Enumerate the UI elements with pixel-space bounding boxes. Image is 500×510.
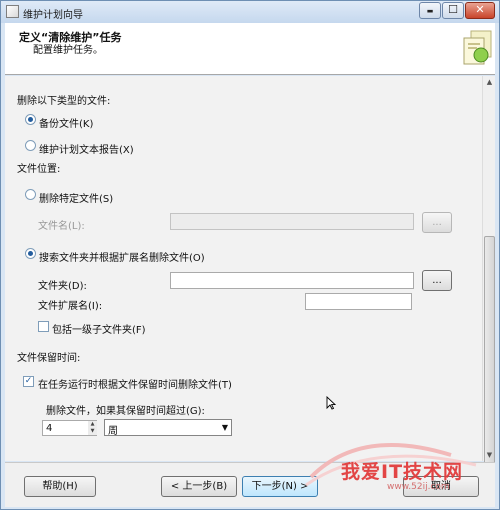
scroll-down-icon[interactable]: ▼ [484,449,495,461]
retention-label: 文件保留时间: [17,353,81,364]
radio-specific-file-label[interactable]: 删除特定文件(S) [39,190,113,205]
wizard-window: 维护计划向导 ▬ ☐ ✕ 定义“清除维护”任务 配置维护任务。 删除以下类型的文… [0,0,500,510]
wizard-header: 定义“清除维护”任务 配置维护任务。 [5,23,495,75]
filename-browse-label: ... [432,217,442,228]
include-subfolders-checkbox[interactable] [38,321,49,332]
radio-backup-files[interactable] [25,114,36,125]
radio-search-folder-label[interactable]: 搜索文件夹并根据扩展名删除文件(O) [39,249,205,264]
mouse-pointer-icon [326,396,336,410]
back-button-label: < 上一步(B) [170,481,228,492]
radio-text-reports[interactable] [25,140,36,151]
cancel-button[interactable]: 取消 [403,476,479,497]
close-button[interactable]: ✕ [465,2,495,19]
radio-specific-file[interactable] [25,189,36,200]
delete-by-age-label[interactable]: 在任务运行时根据文件保留时间删除文件(T) [38,376,232,391]
radio-text-reports-label[interactable]: 维护计划文本报告(X) [39,141,134,156]
age-amount-stepper[interactable]: 4 ▲ ▼ [42,420,97,436]
extension-label: 文件扩展名(I): [38,301,103,312]
folder-input[interactable] [170,272,414,289]
vertical-scrollbar[interactable]: ▲ ▼ [482,76,495,476]
radio-backup-files-label[interactable]: 备份文件(K) [39,115,93,130]
stepper-up-icon[interactable]: ▲ [88,421,97,428]
filename-input [170,213,414,230]
filename-browse-button: ... [422,212,452,233]
window-title: 维护计划向导 [23,10,83,21]
age-unit-value: 周 [108,426,118,437]
delete-by-age-checkbox[interactable]: ✓ [23,376,34,387]
help-button-label: 帮助(H) [42,481,78,492]
page-subtitle: 配置维护任务。 [33,45,103,56]
chevron-down-icon: ▼ [221,423,228,432]
older-than-label: 删除文件，如果其保留时间超过(G): [46,406,205,417]
radio-search-folder[interactable] [25,248,36,259]
maximize-icon: ☐ [448,3,458,16]
extension-input[interactable] [305,293,412,310]
close-icon: ✕ [475,3,485,16]
scroll-up-icon[interactable]: ▲ [484,76,495,88]
cancel-button-label: 取消 [431,481,451,492]
minimize-button[interactable]: ▬ [419,2,441,19]
age-amount-value: 4 [46,423,53,434]
checkmark-icon: ✓ [24,376,33,386]
age-unit-select[interactable]: 周 ▼ [104,419,232,437]
help-button[interactable]: 帮助(H) [24,476,96,497]
back-button[interactable]: < 上一步(B) [161,476,237,497]
filename-label: 文件名(L): [38,221,85,232]
scrollbar-thumb[interactable] [484,236,495,476]
maximize-button[interactable]: ☐ [442,2,464,19]
delete-types-label: 删除以下类型的文件: [17,96,111,107]
next-button-label: 下一步(N) > [251,481,309,492]
stepper-down-icon[interactable]: ▼ [88,428,97,435]
file-location-label: 文件位置: [17,164,61,175]
next-button[interactable]: 下一步(N) > [242,476,318,497]
title-bar: 维护计划向导 ▬ ☐ ✕ [1,1,499,23]
include-subfolders-label[interactable]: 包括一级子文件夹(F) [52,321,146,336]
wizard-graphic-icon [463,30,492,65]
window-icon [6,5,19,18]
folder-browse-label: ... [432,275,442,286]
folder-label: 文件夹(D): [38,281,87,292]
folder-browse-button[interactable]: ... [422,270,452,291]
minimize-icon: ▬ [426,7,434,15]
